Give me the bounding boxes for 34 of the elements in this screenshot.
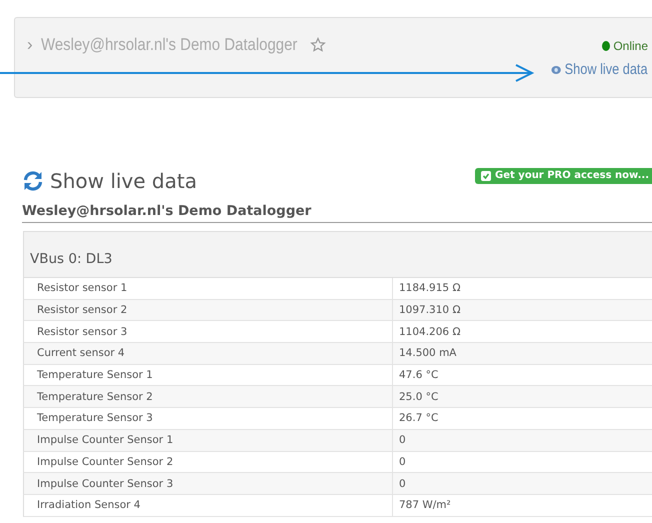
sensor-value: 0	[392, 473, 652, 494]
sensor-value: 787 W/m²	[392, 494, 652, 516]
sensor-value: 25.0 °C	[392, 386, 652, 408]
status-label: Online	[613, 39, 648, 53]
sensor-value: 0	[392, 452, 652, 472]
checkbox-icon	[481, 170, 492, 180]
refresh-icon[interactable]	[22, 171, 44, 191]
sensor-name: Resistor sensor 1	[36, 281, 128, 296]
sensor-value: 1097.310 Ω	[392, 300, 652, 320]
sensor-name: Temperature Sensor 1	[36, 368, 154, 384]
sensor-name: Impulse Counter Sensor 1	[36, 433, 174, 448]
sensor-name: Current sensor 4	[36, 346, 126, 362]
table-heading: VBus 0: DL3	[23, 231, 652, 278]
sensor-name: Resistor sensor 2	[36, 303, 128, 318]
datalogger-heading: Wesley@hrsolar.nl's Demo Datalogger	[22, 203, 652, 223]
sensor-value: 26.7 °C	[392, 408, 652, 429]
sensor-name: Irradiation Sensor 4	[36, 498, 142, 514]
sensor-name: Impulse Counter Sensor 3	[36, 476, 174, 492]
eye-icon	[551, 64, 562, 74]
sensor-name: Temperature Sensor 2	[36, 390, 154, 405]
sensor-value: 1104.206 Ω	[392, 321, 652, 342]
sensor-value: 47.6 °C	[392, 364, 652, 386]
datalogger-name[interactable]: Wesley@hrsolar.nl's Demo Datalogger	[40, 35, 298, 55]
sensor-name: Impulse Counter Sensor 2	[36, 454, 174, 470]
show-live-data-link[interactable]: Show live data	[551, 61, 648, 78]
sensor-name: Resistor sensor 3	[36, 324, 128, 340]
pro-access-button[interactable]: Get your PRO access now...	[475, 168, 652, 184]
expand-icon[interactable]: ›	[27, 35, 33, 55]
sensor-value: 1184.915 Ω	[392, 278, 652, 299]
sensor-name: Temperature Sensor 3	[36, 411, 154, 426]
star-icon[interactable]	[310, 37, 326, 53]
sensor-value: 0	[392, 430, 652, 450]
sensor-value: 14.500 mA	[392, 343, 652, 364]
page-heading: Show live data	[50, 169, 197, 193]
